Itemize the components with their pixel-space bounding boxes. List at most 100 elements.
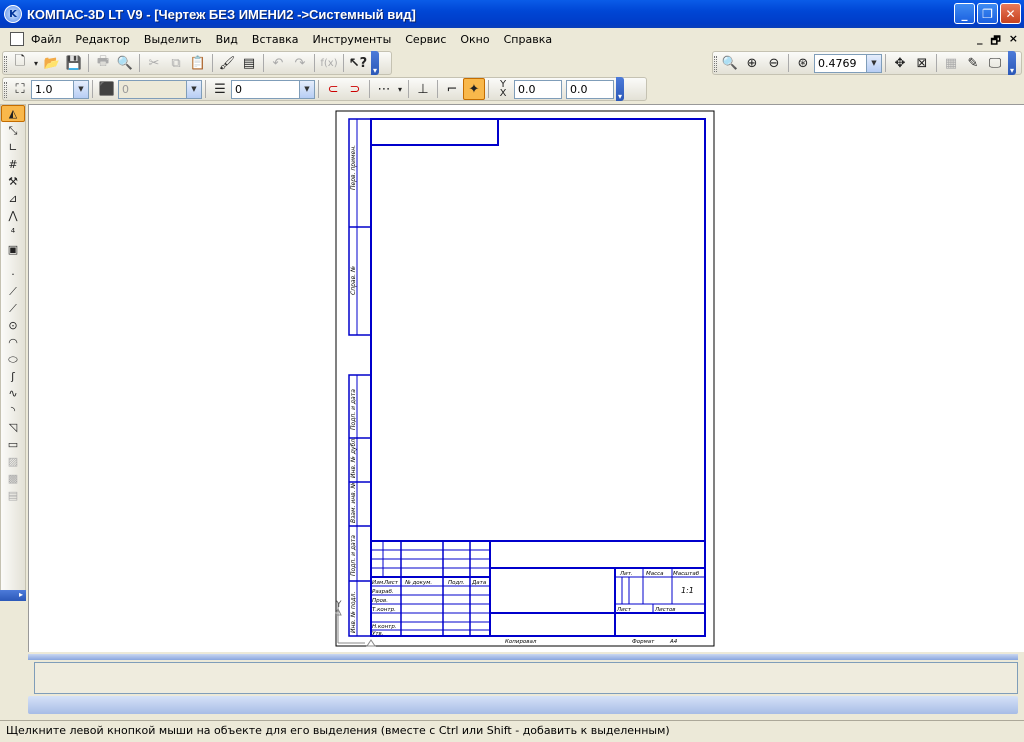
- redo-icon[interactable]: ↷: [289, 52, 311, 74]
- zoom-combo[interactable]: 0.4769 ▼: [814, 53, 882, 73]
- toolbar-grip[interactable]: [4, 82, 7, 98]
- copy-icon[interactable]: ⧉: [165, 52, 187, 74]
- segment-icon[interactable]: ⟋: [1, 300, 25, 317]
- tb-row-razrab: Разраб.: [372, 589, 394, 595]
- close-button[interactable]: ✕: [1000, 3, 1021, 24]
- geometry-icon[interactable]: ◭: [1, 105, 25, 122]
- designations-icon[interactable]: ∟: [1, 139, 25, 156]
- mdi-restore-button[interactable]: 🗗: [990, 32, 1000, 51]
- toolbar-grip[interactable]: [714, 56, 717, 72]
- style-dropdown-icon[interactable]: ▼: [186, 80, 201, 98]
- select-icon[interactable]: ⋀: [1, 207, 25, 224]
- standard-toolbar: 🗋 ▾ 📂 💾 🖶 🔍 ✂ ⧉ 📋 🖌 ▤ ↶ ↷ f(x) ↖? ▾: [2, 51, 392, 75]
- ortho-icon[interactable]: ⌐: [441, 78, 463, 100]
- arc-icon[interactable]: ◠: [1, 334, 25, 351]
- spec-icon[interactable]: ▣: [1, 241, 25, 258]
- format-brush-icon[interactable]: 🖌: [216, 52, 238, 74]
- point-icon[interactable]: ·: [1, 266, 25, 283]
- help-pointer-icon[interactable]: ↖?: [347, 52, 369, 74]
- zoom-scale-icon[interactable]: ⊛: [792, 52, 814, 74]
- properties-icon[interactable]: ▤: [238, 52, 260, 74]
- circle-icon[interactable]: ⊙: [1, 317, 25, 334]
- snap-toggle-icon[interactable]: ✦: [463, 78, 485, 100]
- associative-icon[interactable]: ⁴: [1, 224, 25, 241]
- menu-tools[interactable]: Инструменты: [306, 33, 399, 46]
- mdi-close-button[interactable]: ×: [1009, 32, 1018, 51]
- ellipse-icon[interactable]: ⬭: [1, 351, 25, 368]
- new-arrow-icon[interactable]: ▾: [31, 52, 41, 74]
- coord-x-field[interactable]: 0.0: [514, 79, 562, 99]
- save-icon[interactable]: 💾: [63, 52, 85, 74]
- rectangle-icon[interactable]: ▭: [1, 436, 25, 453]
- open-icon[interactable]: 📂: [41, 52, 63, 74]
- local-snap-icon[interactable]: ⊃: [344, 78, 366, 100]
- toolbar-options-icon[interactable]: ▾: [371, 51, 379, 75]
- grid-arrow-icon[interactable]: ▾: [395, 78, 405, 100]
- zoom-out-icon[interactable]: ⊖: [763, 52, 785, 74]
- pan-icon[interactable]: ✥: [889, 52, 911, 74]
- layer-dropdown-icon[interactable]: ▼: [299, 80, 314, 98]
- toolbar-options-icon[interactable]: ▾: [616, 77, 624, 101]
- toolbar-grip[interactable]: [4, 56, 7, 72]
- fillet-icon[interactable]: ◝: [1, 402, 25, 419]
- display-icon[interactable]: 🖵: [984, 52, 1006, 74]
- property-panel-header[interactable]: [28, 654, 1018, 660]
- undo-icon[interactable]: ↶: [267, 52, 289, 74]
- property-panel-footer[interactable]: [28, 696, 1018, 714]
- document-icon[interactable]: [10, 32, 24, 46]
- edit-icon[interactable]: ✎: [962, 52, 984, 74]
- view-toolbar: 🔍 ⊕ ⊖ ⊛ 0.4769 ▼ ✥ ⊠ ▦ ✎ 🖵 ▾: [712, 51, 1022, 75]
- mdi-minimize-button[interactable]: _: [977, 32, 983, 51]
- chamfer-icon[interactable]: ◹: [1, 419, 25, 436]
- side-label-2: Подп. и дата: [350, 389, 357, 430]
- drawing-workspace[interactable]: Перв. примен. Справ. № Подп. и дата Инв.…: [28, 104, 1024, 652]
- compact-toolbar-expand-icon[interactable]: ▸: [0, 590, 26, 601]
- restore-button[interactable]: ❐: [977, 3, 998, 24]
- menu-select[interactable]: Выделить: [137, 33, 209, 46]
- menu-view[interactable]: Вид: [209, 33, 245, 46]
- new-doc-icon[interactable]: 🗋: [9, 52, 31, 74]
- snap-magnet-icon[interactable]: ⊂: [322, 78, 344, 100]
- equidistant-icon[interactable]: ▤: [1, 487, 25, 504]
- zoom-icon[interactable]: 🔍: [719, 52, 741, 74]
- cut-icon[interactable]: ✂: [143, 52, 165, 74]
- layer-combo[interactable]: 0 ▼: [231, 79, 315, 99]
- menu-help[interactable]: Справка: [497, 33, 559, 46]
- minimize-button[interactable]: _: [954, 3, 975, 24]
- zoom-in-icon[interactable]: ⊕: [741, 52, 763, 74]
- parametric-icon[interactable]: ⚒: [1, 173, 25, 190]
- toolbar-options-icon[interactable]: ▾: [1008, 51, 1016, 75]
- layers-icon[interactable]: ☰: [209, 78, 231, 100]
- compact-toolbar: ◭ ⤡ ∟ # ⚒ ⊿ ⋀ ⁴ ▣ · ⟋ ⟋ ⊙ ◠ ⬭ ʃ ∿ ◝ ◹ ▭ …: [0, 104, 26, 600]
- edit-objects-icon[interactable]: #: [1, 156, 25, 173]
- style-combo[interactable]: 0 ▼: [118, 79, 202, 99]
- paste-icon[interactable]: 📋: [187, 52, 209, 74]
- aux-line-icon[interactable]: ⟋: [1, 283, 25, 300]
- measure-icon[interactable]: ⊿: [1, 190, 25, 207]
- line-width-dropdown-icon[interactable]: ▼: [73, 80, 88, 98]
- title-bar: K КОМПАС-3D LT V9 - [Чертеж БЕЗ ИМЕНИ2 -…: [0, 0, 1024, 28]
- coord-y-field[interactable]: 0.0: [566, 79, 614, 99]
- step-icon[interactable]: ⛶: [9, 78, 31, 100]
- menu-window[interactable]: Окно: [453, 33, 496, 46]
- menu-insert[interactable]: Вставка: [245, 33, 306, 46]
- menu-service[interactable]: Сервис: [398, 33, 453, 46]
- preview-icon[interactable]: 🔍: [114, 52, 136, 74]
- continuous-input-icon[interactable]: ʃ: [1, 368, 25, 385]
- hatch-icon[interactable]: ▨: [1, 453, 25, 470]
- style-value: 0: [122, 82, 129, 96]
- fit-icon[interactable]: ⊠: [911, 52, 933, 74]
- print-icon[interactable]: 🖶: [92, 52, 114, 74]
- line-width-combo[interactable]: 1.0 ▼: [31, 79, 89, 99]
- menu-editor[interactable]: Редактор: [68, 33, 137, 46]
- zoom-dropdown-icon[interactable]: ▼: [866, 54, 881, 72]
- refresh-icon[interactable]: ▦: [940, 52, 962, 74]
- menu-file[interactable]: Файл: [24, 33, 68, 46]
- style-icon[interactable]: ⬛: [96, 78, 118, 100]
- local-cs-icon[interactable]: ⊥: [412, 78, 434, 100]
- function-icon[interactable]: f(x): [318, 52, 340, 74]
- bezier-icon[interactable]: ∿: [1, 385, 25, 402]
- dimensions-icon[interactable]: ⤡: [1, 122, 25, 139]
- fill-icon[interactable]: ▩: [1, 470, 25, 487]
- grid-icon[interactable]: ⋯: [373, 78, 395, 100]
